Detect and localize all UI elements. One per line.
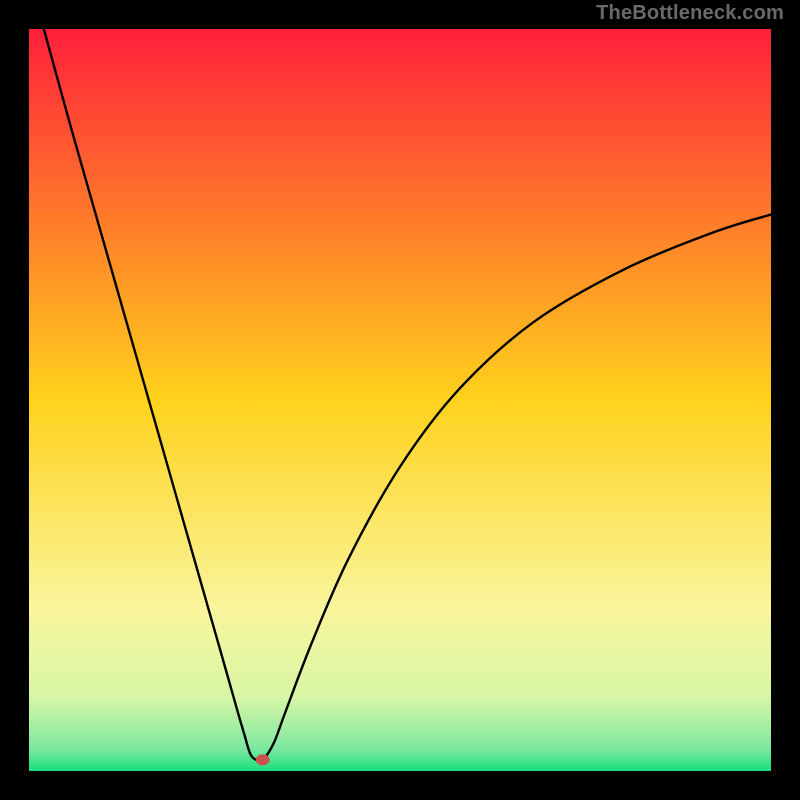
- plot-area: [29, 29, 771, 771]
- chart-frame: TheBottleneck.com: [0, 0, 800, 800]
- chart-svg: [29, 29, 771, 771]
- minimum-marker: [256, 754, 270, 765]
- gradient-background: [29, 29, 771, 771]
- watermark-text: TheBottleneck.com: [596, 2, 784, 25]
